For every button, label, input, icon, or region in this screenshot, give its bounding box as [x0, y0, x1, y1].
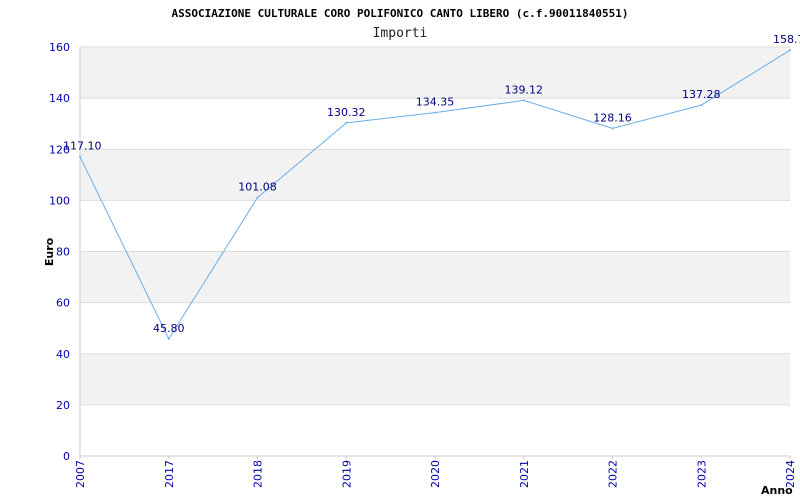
x-tick-labels: 2007 2017 2018 2019 2020 2021 2022 2023 2024 [74, 460, 797, 488]
data-label-2007: 117.10 [63, 140, 102, 153]
y-tick-0: 0 [63, 450, 70, 463]
data-point-2024 [789, 49, 791, 52]
data-label-2018: 101.08 [238, 181, 277, 194]
y-tick-80: 80 [56, 246, 70, 259]
chart-subtitle: Importi [373, 26, 428, 41]
x-tick-2019: 2019 [340, 460, 353, 488]
data-label-2021: 139.12 [505, 83, 544, 96]
x-tick-2021: 2021 [518, 460, 531, 488]
data-point-2018 [256, 196, 259, 199]
x-tick-2018: 2018 [252, 460, 265, 488]
data-point-2020 [434, 111, 436, 114]
data-point-2021 [522, 99, 525, 102]
line-chart: 020406080100120140160 2007 2017 2018 2019 20… [43, 7, 800, 497]
data-label-2020: 134.35 [416, 96, 455, 109]
y-tick-140: 140 [49, 92, 70, 105]
data-label-2017: 45.80 [153, 322, 185, 335]
y-tick-40: 40 [56, 348, 70, 361]
x-tick-2020: 2020 [429, 460, 442, 488]
y-tick-20: 20 [56, 399, 70, 412]
y-tick-60: 60 [56, 297, 70, 310]
y-axis-label: Euro [43, 237, 56, 266]
x-tick-2022: 2022 [607, 460, 620, 488]
data-point-2023 [700, 104, 703, 107]
data-label-2023: 137.28 [682, 88, 721, 101]
chart-title: ASSOCIAZIONE CULTURALE CORO POLIFONICO C… [172, 7, 629, 20]
data-label-2024: 158.73 [773, 33, 800, 46]
data-label-2019: 130.32 [327, 106, 366, 119]
band-3 [80, 251, 790, 303]
x-tick-2023: 2023 [695, 460, 708, 488]
y-tick-100: 100 [49, 194, 70, 207]
y-tick-160: 160 [49, 41, 70, 54]
data-point-2007 [79, 155, 81, 158]
band-1 [80, 353, 790, 405]
band-5 [80, 149, 790, 201]
data-label-2022: 128.16 [593, 111, 632, 124]
band-4 [80, 200, 790, 252]
x-axis-label: Anno [761, 484, 793, 497]
x-tick-2007: 2007 [74, 460, 87, 488]
data-point-2019 [345, 121, 348, 124]
x-tick-2017: 2017 [163, 460, 176, 488]
data-point-2017 [167, 337, 170, 340]
data-point-2022 [611, 127, 614, 130]
band-0 [80, 404, 790, 456]
